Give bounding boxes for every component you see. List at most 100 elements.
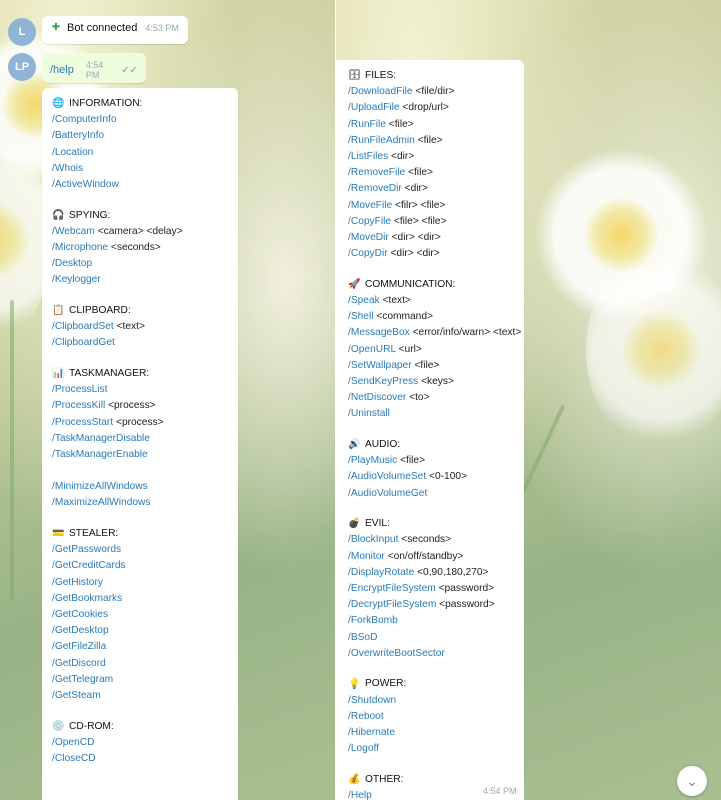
section-title-text: CLIPBOARD: <box>69 305 131 317</box>
section-title: 🎧 SPYING: <box>52 208 183 224</box>
command-link[interactable]: /Help <box>348 790 372 800</box>
command-link[interactable]: /RemoveFile <box>348 167 405 178</box>
command-link[interactable]: /MoveFile <box>348 200 392 211</box>
command-link[interactable]: /CopyDir <box>348 248 388 259</box>
command-link[interactable]: /Keylogger <box>52 274 101 285</box>
command-link[interactable]: /Whois <box>52 163 83 174</box>
command-arguments: <process> <box>108 400 156 412</box>
command-row: /CopyDir <dir> <dir> <box>348 246 521 262</box>
money-bag-icon: 💰 <box>348 773 361 785</box>
command-link[interactable]: /ClipboardGet <box>52 337 115 348</box>
command-link[interactable]: /NetDiscover <box>348 392 406 403</box>
command-arguments: <file> <file> <box>393 215 447 227</box>
command-link[interactable]: /GetSteam <box>52 690 101 701</box>
command-link[interactable]: /CloseCD <box>52 753 96 764</box>
chat-panel-left: L ✚ Bot connected 4:53 PM LP /help 4:54 … <box>0 0 336 800</box>
command-link[interactable]: /ProcessStart <box>52 417 113 428</box>
help-reply-message: 🌐 INFORMATION: /ComputerInfo/BatteryInfo/L… <box>42 88 238 800</box>
command-link[interactable]: /Webcam <box>52 226 95 237</box>
command-arguments: <password> <box>438 583 495 595</box>
file-cabinet-icon: 🗄 <box>348 70 361 82</box>
command-link[interactable]: /GetDesktop <box>52 625 109 636</box>
command-link[interactable]: /ClipboardSet <box>52 321 114 332</box>
command-row: /TaskManagerEnable <box>52 447 183 463</box>
command-link[interactable]: /ProcessKill <box>52 400 105 411</box>
command-link[interactable]: /Microphone <box>52 242 108 253</box>
command-link[interactable]: /TaskManagerEnable <box>52 449 148 460</box>
command-link[interactable]: /MaximizeAllWindows <box>52 497 151 508</box>
command-link[interactable]: /GetCookies <box>52 609 108 620</box>
command-link[interactable]: /MoveDir <box>348 232 389 243</box>
command-arguments: <text> <box>116 321 145 333</box>
command-row: /Location <box>52 145 183 161</box>
command-link[interactable]: /OverwriteBootSector <box>348 648 445 659</box>
command-link[interactable]: /Shutdown <box>348 695 396 706</box>
message-command[interactable]: /help <box>50 64 74 76</box>
command-arguments: <keys> <box>421 376 454 388</box>
command-link[interactable]: /TaskManagerDisable <box>52 433 150 444</box>
command-link[interactable]: /BSoD <box>348 632 377 643</box>
command-link[interactable]: /Hibernate <box>348 727 395 738</box>
command-link[interactable]: /GetHistory <box>52 577 103 588</box>
command-link[interactable]: /MessageBox <box>348 327 410 338</box>
command-link[interactable]: /MinimizeAllWindows <box>52 481 148 492</box>
command-link[interactable]: /ComputerInfo <box>52 114 117 125</box>
command-arguments: <dir> <box>404 183 428 195</box>
command-link[interactable]: /DownloadFile <box>348 86 413 97</box>
command-link[interactable]: /CopyFile <box>348 216 391 227</box>
command-link[interactable]: /Uninstall <box>348 408 390 419</box>
command-link[interactable]: /UploadFile <box>348 102 400 113</box>
command-link[interactable]: /ForkBomb <box>348 615 398 626</box>
command-arguments: <0,90,180,270> <box>417 566 489 578</box>
command-row: /ProcessList <box>52 382 183 398</box>
command-link[interactable]: /RemoveDir <box>348 183 402 194</box>
command-link[interactable]: /GetFileZilla <box>52 641 106 652</box>
command-link[interactable]: /SendKeyPress <box>348 376 418 387</box>
command-link[interactable]: /OpenURL <box>348 344 396 355</box>
command-row: /GetBookmarks <box>52 591 183 607</box>
command-section: 💣 EVIL:/BlockInput <seconds>/Monitor <on/… <box>348 516 521 662</box>
section-title: 🗄 FILES: <box>348 68 521 84</box>
avatar[interactable]: L <box>8 18 36 46</box>
command-link[interactable]: /GetBookmarks <box>52 593 122 604</box>
command-link[interactable]: /ProcessList <box>52 384 107 395</box>
command-link[interactable]: /GetCreditCards <box>52 560 126 571</box>
command-link[interactable]: /ListFiles <box>348 151 388 162</box>
command-link[interactable]: /EncryptFileSystem <box>348 583 436 594</box>
command-link[interactable]: /AudioVolumeSet <box>348 471 426 482</box>
command-row: /DownloadFile <file/dir> <box>348 84 521 100</box>
command-link[interactable]: /Speak <box>348 295 380 306</box>
command-link[interactable]: /ActiveWindow <box>52 179 119 190</box>
command-link[interactable]: /Reboot <box>348 711 384 722</box>
command-link[interactable]: /DisplayRotate <box>348 567 414 578</box>
command-section: 📋 CLIPBOARD:/ClipboardSet <text>/Clipboar… <box>52 303 183 352</box>
command-link[interactable]: /PlayMusic <box>348 455 397 466</box>
command-link[interactable]: /GetDiscord <box>52 658 106 669</box>
command-row: /TaskManagerDisable <box>52 431 183 447</box>
command-row: /AudioVolumeGet <box>348 486 521 502</box>
command-link[interactable]: /DecryptFileSystem <box>348 599 436 610</box>
avatar[interactable]: LP <box>8 53 36 81</box>
command-row: /Shutdown <box>348 693 521 709</box>
command-arguments: <dir> <box>391 151 415 163</box>
command-arguments: <dir> <dir> <box>390 248 440 260</box>
command-link[interactable]: /Desktop <box>52 258 92 269</box>
command-link[interactable]: /Monitor <box>348 551 385 562</box>
command-link[interactable]: /GetPasswords <box>52 544 121 555</box>
rocket-icon: 🚀 <box>348 278 361 290</box>
command-link[interactable]: /RunFile <box>348 119 386 130</box>
command-link[interactable]: /BlockInput <box>348 534 398 545</box>
command-arguments: <dir> <dir> <box>391 232 441 244</box>
command-link[interactable]: /OpenCD <box>52 737 94 748</box>
command-link[interactable]: /BatteryInfo <box>52 130 104 141</box>
command-link[interactable]: /AudioVolumeGet <box>348 488 427 499</box>
command-link[interactable]: /GetTelegram <box>52 674 113 685</box>
command-link[interactable]: /Logoff <box>348 743 379 754</box>
command-arguments: <drop/url> <box>402 102 449 114</box>
command-link[interactable]: /SetWallpaper <box>348 360 412 371</box>
section-title: 🌐 INFORMATION: <box>52 96 183 112</box>
scroll-down-button[interactable]: ⌄ <box>677 766 707 796</box>
command-link[interactable]: /Location <box>52 147 93 158</box>
command-link[interactable]: /RunFileAdmin <box>348 135 415 146</box>
command-link[interactable]: /Shell <box>348 311 373 322</box>
